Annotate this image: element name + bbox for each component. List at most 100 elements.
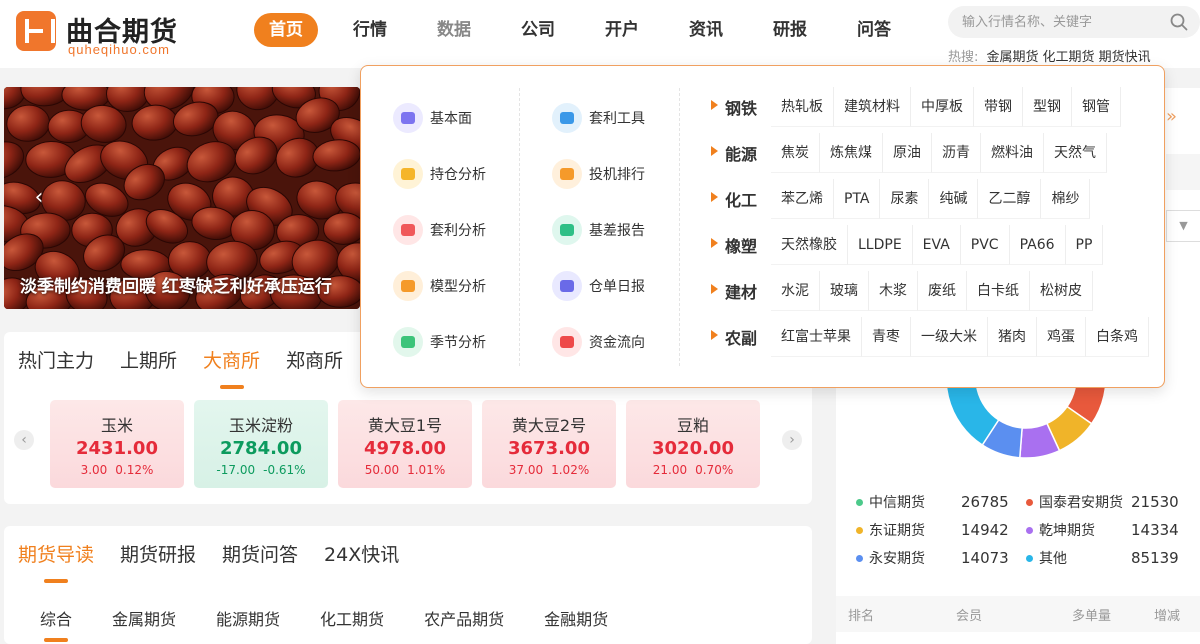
banner-prev-icon[interactable]: ‹ bbox=[24, 183, 54, 213]
commodity-link[interactable]: 型钢 bbox=[1023, 87, 1072, 127]
commodity-link[interactable]: PA66 bbox=[1009, 225, 1066, 265]
commodity-link[interactable]: 纯碱 bbox=[929, 179, 979, 219]
commodity-link[interactable]: 玻璃 bbox=[820, 271, 869, 311]
commodity-link[interactable]: 白卡纸 bbox=[967, 271, 1030, 311]
sub-tab-energy[interactable]: 能源期货 bbox=[216, 606, 280, 630]
hot-keyword[interactable]: 金属期货 bbox=[987, 50, 1039, 65]
menu-item-fundamentals[interactable]: 基本面 bbox=[393, 90, 486, 146]
nav-news[interactable]: 资讯 bbox=[674, 13, 738, 47]
category-name[interactable]: 钢铁 bbox=[711, 95, 771, 119]
commodity-link[interactable]: 木浆 bbox=[869, 271, 918, 311]
commodity-link[interactable]: 白条鸡 bbox=[1086, 317, 1149, 357]
banner-caption[interactable]: 淡季制约消费回暖 红枣缺乏利好承压运行 bbox=[20, 272, 332, 297]
banner-carousel[interactable]: ‹ 淡季制约消费回暖 红枣缺乏利好承压运行 bbox=[4, 87, 360, 309]
category-name[interactable]: 农副 bbox=[711, 325, 771, 349]
sub-tab-chemicals[interactable]: 化工期货 bbox=[320, 606, 384, 630]
legend-name: 国泰君安期货 bbox=[1039, 495, 1123, 511]
tab-futures-guide[interactable]: 期货导读 bbox=[18, 540, 94, 583]
quotes-prev-icon[interactable]: ‹ bbox=[14, 430, 34, 450]
commodity-link[interactable]: 沥青 bbox=[932, 133, 981, 173]
expand-icon[interactable]: » bbox=[1166, 106, 1177, 127]
exchange-tabs: 热门主力 上期所 大商所 郑商所 bbox=[18, 346, 369, 389]
sub-tab-finance[interactable]: 金融期货 bbox=[544, 606, 608, 630]
main-nav: 首页 行情 数据 公司 开户 资讯 研报 问答 bbox=[254, 13, 926, 47]
sub-tab-all[interactable]: 综合 bbox=[40, 606, 72, 642]
hot-keyword[interactable]: 期货快讯 bbox=[1099, 50, 1151, 65]
search-input[interactable] bbox=[962, 6, 1162, 38]
category-name[interactable]: 建材 bbox=[711, 279, 771, 303]
tab-24x-flash[interactable]: 24X快讯 bbox=[324, 540, 399, 567]
commodity-link[interactable]: 热轧板 bbox=[771, 87, 834, 127]
nav-data[interactable]: 数据 bbox=[422, 13, 486, 47]
commodity-link[interactable]: LLDPE bbox=[848, 225, 913, 265]
menu-item-seasonal-analysis[interactable]: 季节分析 bbox=[393, 314, 486, 370]
search-icon[interactable] bbox=[1170, 13, 1188, 31]
tab-futures-qa[interactable]: 期货问答 bbox=[222, 540, 298, 567]
quote-card[interactable]: 豆粕 3020.00 21.00 0.70% bbox=[626, 400, 760, 488]
commodity-link[interactable]: 钢管 bbox=[1072, 87, 1121, 127]
quote-card[interactable]: 黄大豆2号 3673.00 37.00 1.02% bbox=[482, 400, 616, 488]
commodity-link[interactable]: 带钢 bbox=[974, 87, 1023, 127]
nav-quotes[interactable]: 行情 bbox=[338, 13, 402, 47]
tab-czce[interactable]: 郑商所 bbox=[286, 346, 343, 373]
menu-item-position-analysis[interactable]: 持仓分析 bbox=[393, 146, 486, 202]
commodity-link[interactable]: PTA bbox=[834, 179, 881, 219]
quote-card[interactable]: 玉米 2431.00 3.00 0.12% bbox=[50, 400, 184, 488]
quotes-next-icon[interactable]: › bbox=[782, 430, 802, 450]
commodity-link[interactable]: 松树皮 bbox=[1030, 271, 1093, 311]
commodity-link[interactable]: 鸡蛋 bbox=[1037, 317, 1086, 357]
nav-qa[interactable]: 问答 bbox=[842, 13, 906, 47]
hot-keyword[interactable]: 化工期货 bbox=[1043, 50, 1095, 65]
commodity-link[interactable]: 天然气 bbox=[1044, 133, 1107, 173]
dropdown-select[interactable]: ▼ bbox=[1166, 210, 1200, 242]
commodity-link[interactable]: 青枣 bbox=[862, 317, 911, 357]
menu-item-speculation-rank[interactable]: 投机排行 bbox=[552, 146, 645, 202]
menu-item-label: 基本面 bbox=[430, 111, 472, 127]
commodity-link[interactable]: 原油 bbox=[883, 133, 932, 173]
commodity-link[interactable]: 建筑材料 bbox=[834, 87, 911, 127]
menu-item-warehouse-receipt[interactable]: 仓单日报 bbox=[552, 258, 645, 314]
nav-home[interactable]: 首页 bbox=[254, 13, 318, 47]
commodity-link[interactable]: 棉纱 bbox=[1041, 179, 1091, 219]
commodity-link[interactable]: 炼焦煤 bbox=[820, 133, 883, 173]
sub-tab-metals[interactable]: 金属期货 bbox=[112, 606, 176, 630]
quote-card[interactable]: 玉米淀粉 2784.00 -17.00 -0.61% bbox=[194, 400, 328, 488]
category-name[interactable]: 橡塑 bbox=[711, 233, 771, 257]
commodity-link[interactable]: 天然橡胶 bbox=[771, 225, 848, 265]
commodity-link[interactable]: EVA bbox=[912, 225, 961, 265]
menu-item-arbitrage-tool[interactable]: 套利工具 bbox=[552, 90, 645, 146]
commodity-link[interactable]: 苯乙烯 bbox=[771, 179, 834, 219]
commodity-link[interactable]: 废纸 bbox=[918, 271, 967, 311]
commodity-link[interactable]: 一级大米 bbox=[911, 317, 988, 357]
site-logo[interactable]: 曲合期货 quheqihuo.com bbox=[16, 8, 196, 57]
nav-company[interactable]: 公司 bbox=[506, 13, 570, 47]
quote-card[interactable]: 黄大豆1号 4978.00 50.00 1.01% bbox=[338, 400, 472, 488]
commodity-link[interactable]: 中厚板 bbox=[911, 87, 974, 127]
tab-futures-research[interactable]: 期货研报 bbox=[120, 540, 196, 567]
commodity-link[interactable]: PP bbox=[1065, 225, 1104, 265]
menu-item-arbitrage-analysis[interactable]: 套利分析 bbox=[393, 202, 486, 258]
menu-item-model-analysis[interactable]: 模型分析 bbox=[393, 258, 486, 314]
category-name[interactable]: 能源 bbox=[711, 141, 771, 165]
commodity-link[interactable]: 猪肉 bbox=[988, 317, 1037, 357]
selector-box[interactable] bbox=[1166, 154, 1200, 190]
nav-open-account[interactable]: 开户 bbox=[590, 13, 654, 47]
commodity-link[interactable]: 水泥 bbox=[771, 271, 820, 311]
position-share-donut bbox=[945, 378, 1107, 459]
nav-research[interactable]: 研报 bbox=[758, 13, 822, 47]
menu-item-capital-flow[interactable]: 资金流向 bbox=[552, 314, 645, 370]
category-name[interactable]: 化工 bbox=[711, 187, 771, 211]
quote-list: 玉米 2431.00 3.00 0.12% 玉米淀粉 2784.00 -17.00… bbox=[50, 400, 770, 488]
legend-row: 中信期货 26785 国泰君安期货 21530 bbox=[856, 488, 1196, 516]
commodity-link[interactable]: 焦炭 bbox=[771, 133, 820, 173]
tab-hot-main[interactable]: 热门主力 bbox=[18, 346, 94, 373]
commodity-link[interactable]: 乙二醇 bbox=[978, 179, 1042, 219]
menu-item-basis-report[interactable]: 基差报告 bbox=[552, 202, 645, 258]
commodity-link[interactable]: 红富士苹果 bbox=[771, 317, 862, 357]
commodity-link[interactable]: PVC bbox=[960, 225, 1010, 265]
commodity-link[interactable]: 尿素 bbox=[880, 179, 930, 219]
sub-tab-agri[interactable]: 农产品期货 bbox=[424, 606, 504, 630]
tab-dce[interactable]: 大商所 bbox=[203, 346, 260, 389]
commodity-link[interactable]: 燃料油 bbox=[981, 133, 1044, 173]
tab-shfe[interactable]: 上期所 bbox=[120, 346, 177, 373]
